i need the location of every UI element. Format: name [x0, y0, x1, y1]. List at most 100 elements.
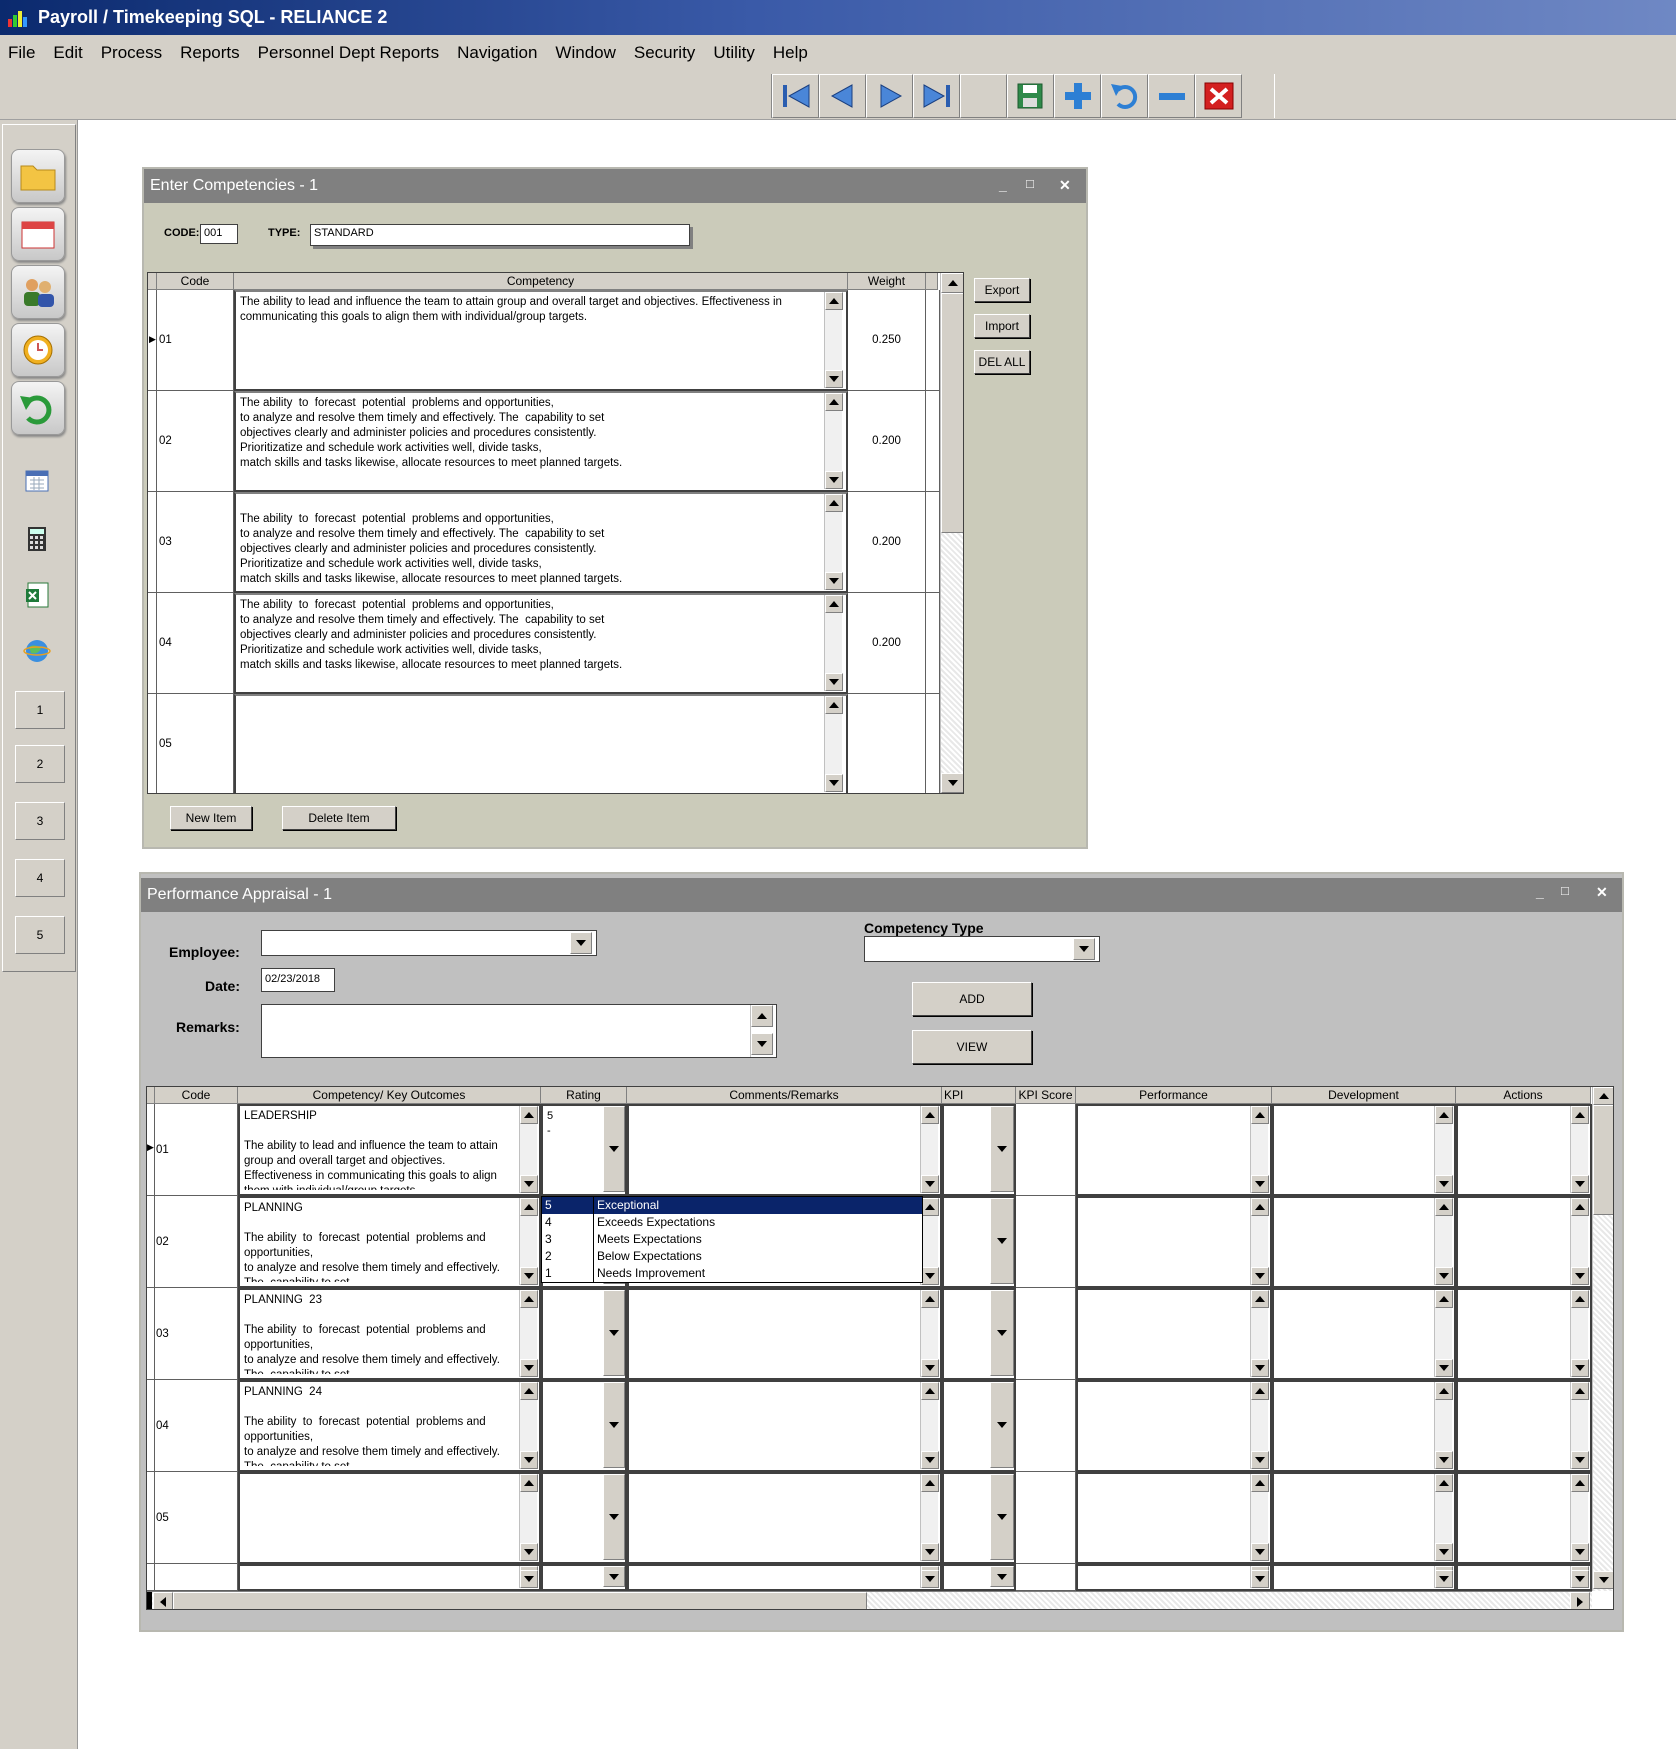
weight-cell[interactable]: 0.200: [848, 391, 926, 492]
scroll-right-button[interactable]: [1570, 1592, 1590, 1609]
competency-outcome-cell[interactable]: PLANNING 23 The ability to forecast pote…: [238, 1288, 541, 1380]
comments-cell[interactable]: [627, 1472, 942, 1564]
table-row-code[interactable]: 05: [155, 1472, 238, 1564]
scroll-up-button[interactable]: [921, 1198, 939, 1216]
menu-help[interactable]: Help: [773, 43, 808, 63]
scroll-up-button[interactable]: [1435, 1290, 1453, 1308]
shortcut-4-button[interactable]: 4: [15, 859, 65, 897]
actions-scrollbar[interactable]: [1570, 1198, 1589, 1285]
competency-text[interactable]: The ability to lead and influence the te…: [236, 292, 821, 389]
table-row-code[interactable]: 03: [157, 492, 234, 593]
delete-item-button[interactable]: Delete Item: [282, 806, 396, 830]
rating-dropdown-button[interactable]: [603, 1106, 625, 1192]
rating-dropdown-button[interactable]: [603, 1566, 625, 1587]
internet-button[interactable]: [21, 635, 53, 667]
scroll-down-button[interactable]: [1593, 1571, 1613, 1589]
undo-button[interactable]: [1101, 74, 1148, 118]
scroll-up-button[interactable]: [825, 292, 843, 310]
scroll-down-button[interactable]: [1571, 1543, 1589, 1561]
outcome-scrollbar[interactable]: [519, 1474, 538, 1561]
scroll-up-button[interactable]: [825, 494, 843, 512]
weight-cell[interactable]: [848, 694, 926, 793]
scroll-left-button[interactable]: [153, 1592, 173, 1609]
shortcut-2-button[interactable]: 2: [15, 745, 65, 783]
scroll-down-button[interactable]: [921, 1267, 939, 1285]
scroll-up-button[interactable]: [1435, 1382, 1453, 1400]
add-button[interactable]: ADD: [912, 982, 1032, 1016]
scroll-up-button[interactable]: [1571, 1106, 1589, 1124]
scroll-up-button[interactable]: [1435, 1198, 1453, 1216]
performance-cell[interactable]: [1076, 1380, 1272, 1472]
rating-cell[interactable]: [541, 1472, 627, 1564]
rating-dropdown-list[interactable]: 5 Exceptional 4 Exceeds Expectations 3 Meets …: [541, 1196, 923, 1283]
development-scrollbar[interactable]: [1434, 1290, 1453, 1377]
last-record-button[interactable]: [913, 74, 960, 118]
performance-cell[interactable]: [1076, 1472, 1272, 1564]
scroll-down-button[interactable]: [1571, 1451, 1589, 1469]
scroll-down-button[interactable]: [1251, 1359, 1269, 1377]
competency-text-scrollbar[interactable]: [824, 292, 843, 388]
rating-dropdown-button[interactable]: [603, 1474, 625, 1560]
comments-scrollbar[interactable]: [920, 1382, 939, 1469]
row-selector[interactable]: ▶: [148, 290, 157, 391]
appraisal-horizontal-scrollbar[interactable]: [147, 1591, 1592, 1609]
scroll-up-button[interactable]: [1251, 1198, 1269, 1216]
competency-type-select[interactable]: [864, 936, 1100, 962]
small-calendar-button[interactable]: [21, 465, 53, 497]
outcome-scrollbar[interactable]: [519, 1290, 538, 1377]
scroll-down-button[interactable]: [921, 1451, 939, 1469]
kpi-cell[interactable]: [942, 1104, 1016, 1196]
calculator-button[interactable]: [21, 523, 53, 555]
scroll-down-button[interactable]: [1571, 1267, 1589, 1285]
competency-outcome-cell[interactable]: PLANNING The ability to forecast potenti…: [238, 1196, 541, 1288]
kpi-score-cell[interactable]: [1016, 1196, 1076, 1288]
row-selector[interactable]: ▶: [147, 1104, 155, 1196]
rating-value[interactable]: 5 -: [543, 1106, 601, 1192]
scroll-up-button[interactable]: [825, 393, 843, 411]
competency-text-scrollbar[interactable]: [824, 494, 843, 590]
outcome-scrollbar[interactable]: [519, 1382, 538, 1469]
scroll-up-button[interactable]: [1251, 1382, 1269, 1400]
development-scrollbar[interactable]: [1434, 1566, 1453, 1588]
save-button[interactable]: [1007, 74, 1054, 118]
delete-all-button[interactable]: DEL ALL: [974, 350, 1030, 374]
code-field[interactable]: 001: [200, 224, 238, 244]
scroll-down-button[interactable]: [520, 1175, 538, 1193]
development-cell[interactable]: [1272, 1380, 1456, 1472]
calendar-app-button[interactable]: [11, 207, 65, 261]
performance-scrollbar[interactable]: [1250, 1106, 1269, 1193]
development-scrollbar[interactable]: [1434, 1198, 1453, 1285]
scroll-down-button[interactable]: [1571, 1175, 1589, 1193]
menu-security[interactable]: Security: [634, 43, 695, 63]
new-item-button[interactable]: New Item: [170, 806, 252, 830]
competency-outcome-cell[interactable]: [238, 1472, 541, 1564]
kpi-dropdown-button[interactable]: [990, 1198, 1014, 1284]
kpi-dropdown-button[interactable]: [990, 1474, 1014, 1560]
maximize-icon[interactable]: □: [1026, 176, 1034, 191]
blank-toolbar-button[interactable]: [960, 74, 1007, 118]
scroll-up-button[interactable]: [520, 1198, 538, 1216]
scroll-down-button[interactable]: [1251, 1570, 1269, 1588]
menu-window[interactable]: Window: [555, 43, 615, 63]
menu-utility[interactable]: Utility: [713, 43, 755, 63]
performance-scrollbar[interactable]: [1250, 1290, 1269, 1377]
competency-outcome-text[interactable]: PLANNING 24 The ability to forecast pote…: [240, 1382, 518, 1466]
excel-button[interactable]: [21, 579, 53, 611]
rating-cell[interactable]: [541, 1288, 627, 1380]
comments-scrollbar[interactable]: [920, 1566, 939, 1588]
date-field[interactable]: 02/23/2018: [261, 968, 335, 992]
actions-cell[interactable]: [1456, 1196, 1592, 1288]
scroll-down-button[interactable]: [520, 1359, 538, 1377]
competency-outcome-text[interactable]: LEADERSHIP The ability to lead and influ…: [240, 1106, 518, 1190]
competency-outcome-cell[interactable]: [238, 1564, 541, 1591]
export-button[interactable]: Export: [974, 278, 1030, 302]
scroll-up-button[interactable]: [520, 1382, 538, 1400]
scroll-up-button[interactable]: [921, 1106, 939, 1124]
menu-file[interactable]: File: [8, 43, 35, 63]
kpi-dropdown-button[interactable]: [990, 1290, 1014, 1376]
scroll-up-button[interactable]: [921, 1290, 939, 1308]
comments-cell[interactable]: [627, 1104, 942, 1196]
scroll-down-button[interactable]: [1435, 1451, 1453, 1469]
scroll-up-button[interactable]: [1251, 1290, 1269, 1308]
kpi-cell[interactable]: [942, 1564, 1016, 1591]
